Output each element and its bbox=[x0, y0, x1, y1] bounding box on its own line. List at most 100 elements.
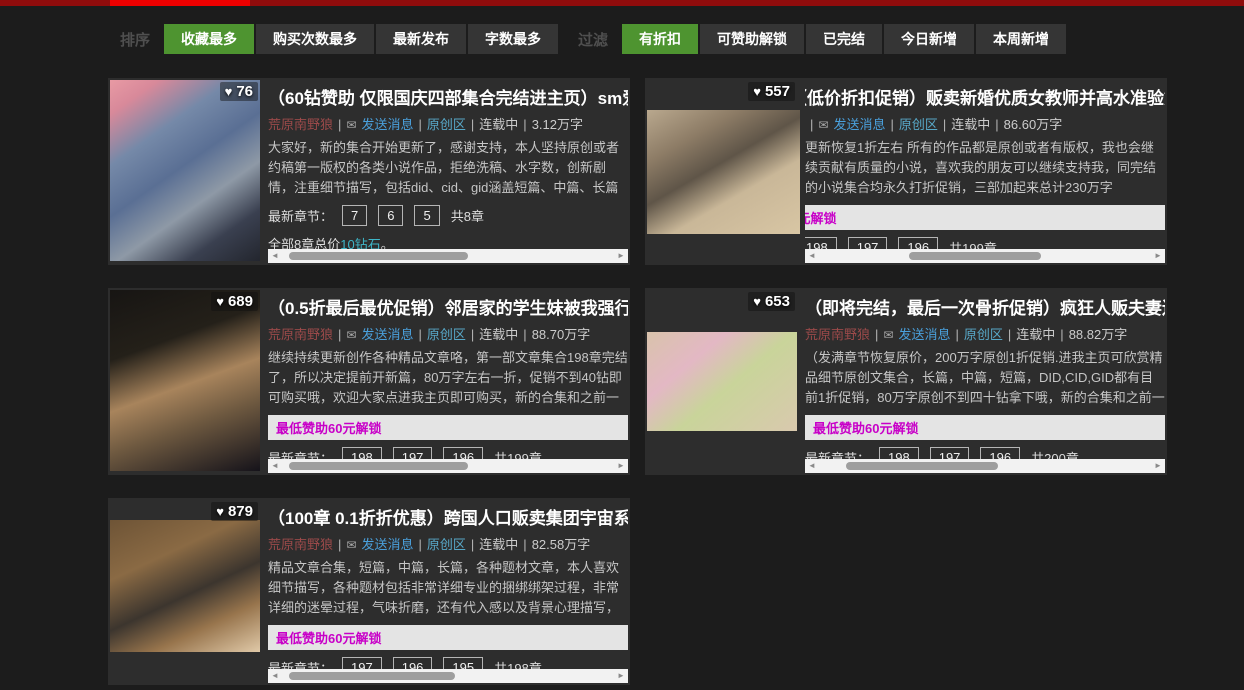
card-content: （100章 0.1折折优惠）跨国人口贩卖集团宇宙系列之绑 荒原南野狼|✉发送消息… bbox=[268, 500, 628, 683]
separator: | bbox=[418, 327, 421, 342]
story-thumbnail[interactable] bbox=[647, 110, 800, 234]
story-card: ♥557 （低价折扣促销）贩卖新婚优质女教师并高水准验货调教大 |✉发送消息|原… bbox=[645, 78, 1167, 265]
send-message-link[interactable]: 发送消息 bbox=[361, 117, 413, 132]
sort-label: 排序 bbox=[120, 29, 150, 50]
separator: | bbox=[418, 117, 421, 132]
separator: | bbox=[890, 117, 893, 132]
scroll-thumb[interactable] bbox=[289, 462, 468, 470]
filter-bar: 排序 收藏最多购买次数最多最新发布字数最多 过滤 有折扣可赞助解锁已完结今日新增… bbox=[120, 24, 1068, 54]
scroll-track[interactable] bbox=[819, 249, 1151, 263]
author-link[interactable]: 荒原南野狼 bbox=[268, 537, 333, 552]
mail-icon: ✉ bbox=[346, 118, 356, 132]
separator: | bbox=[418, 537, 421, 552]
word-count: 82.58万字 bbox=[532, 537, 591, 552]
meta-line: 荒原南野狼|✉发送消息|原创区|连载中|88.70万字 bbox=[268, 324, 628, 343]
story-thumbnail[interactable] bbox=[647, 332, 797, 431]
author-link[interactable]: 荒原南野狼 bbox=[268, 117, 333, 132]
scroll-thumb[interactable] bbox=[289, 252, 468, 260]
story-title[interactable]: （100章 0.1折折优惠）跨国人口贩卖集团宇宙系列之绑 bbox=[268, 504, 628, 529]
scroll-thumb[interactable] bbox=[909, 252, 1042, 260]
hearts-count: 557 bbox=[765, 83, 790, 100]
h-scrollbar[interactable]: ◄ ► bbox=[805, 249, 1165, 263]
scroll-right-arrow[interactable]: ► bbox=[614, 459, 628, 473]
hearts-badge: ♥653 bbox=[645, 293, 801, 310]
sort-button-最新发布[interactable]: 最新发布 bbox=[376, 24, 466, 54]
chapter-button[interactable]: 6 bbox=[378, 205, 403, 226]
unlock-banner[interactable]: 最低赞助60元解锁 bbox=[268, 625, 628, 650]
h-scrollbar[interactable]: ◄ ► bbox=[268, 459, 628, 473]
story-title[interactable]: （0.5折最后最优促销）邻居家的学生妹被我强行绑架之 bbox=[268, 294, 628, 319]
h-scrollbar[interactable]: ◄ ► bbox=[268, 669, 628, 683]
heart-icon: ♥ bbox=[216, 504, 224, 519]
filter-button-本周新增[interactable]: 本周新增 bbox=[976, 24, 1066, 54]
sort-button-字数最多[interactable]: 字数最多 bbox=[468, 24, 558, 54]
scroll-right-arrow[interactable]: ► bbox=[614, 669, 628, 683]
send-message-link[interactable]: 发送消息 bbox=[833, 117, 885, 132]
story-thumbnail[interactable] bbox=[110, 520, 260, 652]
category-link[interactable]: 原创区 bbox=[427, 117, 466, 132]
scroll-right-arrow[interactable]: ► bbox=[1151, 459, 1165, 473]
status-text: 连载中 bbox=[479, 327, 518, 342]
scroll-track[interactable] bbox=[282, 669, 614, 683]
author-link[interactable]: 荒原南野狼 bbox=[268, 327, 333, 342]
story-title[interactable]: （低价折扣促销）贩卖新婚优质女教师并高水准验货调教大 bbox=[805, 84, 1165, 109]
scroll-right-arrow[interactable]: ► bbox=[1151, 249, 1165, 263]
chapter-button[interactable]: 7 bbox=[342, 205, 367, 226]
filter-button-有折扣[interactable]: 有折扣 bbox=[622, 24, 698, 54]
send-message-link[interactable]: 发送消息 bbox=[361, 537, 413, 552]
unlock-banner[interactable]: 最低赞助60元解锁 bbox=[805, 415, 1165, 440]
hearts-badge: ♥76 bbox=[108, 83, 264, 100]
scroll-thumb[interactable] bbox=[846, 462, 999, 470]
filter-button-可赞助解锁[interactable]: 可赞助解锁 bbox=[700, 24, 804, 54]
separator: | bbox=[338, 537, 341, 552]
scroll-track[interactable] bbox=[282, 459, 614, 473]
filter-button-group: 有折扣可赞助解锁已完结今日新增本周新增 bbox=[622, 24, 1068, 54]
heart-icon: ♥ bbox=[225, 84, 233, 99]
latest-chapters-label: 最新章节： bbox=[268, 206, 333, 225]
category-link[interactable]: 原创区 bbox=[899, 117, 938, 132]
scroll-thumb[interactable] bbox=[289, 672, 455, 680]
sort-button-收藏最多[interactable]: 收藏最多 bbox=[164, 24, 254, 54]
story-thumbnail[interactable] bbox=[110, 80, 260, 261]
description: 大家好，新的集合开始更新了，感谢支持，本人坚持原创或者约稿第一版权的各类小说作品… bbox=[268, 138, 628, 198]
scroll-left-arrow[interactable]: ◄ bbox=[268, 459, 282, 473]
cards-grid: ♥76 （60钻赞助 仅限国庆四部集合完结进主页）sm爱好者 荒原南野狼|✉发送… bbox=[108, 78, 1167, 685]
category-link[interactable]: 原创区 bbox=[427, 537, 466, 552]
status-text: 连载中 bbox=[1016, 327, 1055, 342]
scroll-track[interactable] bbox=[282, 249, 614, 263]
hearts-badge: ♥689 bbox=[108, 293, 264, 310]
unlock-banner[interactable]: 最低赞助60元解锁 bbox=[268, 415, 628, 440]
separator: | bbox=[471, 327, 474, 342]
story-thumbnail[interactable] bbox=[110, 290, 260, 471]
scroll-left-arrow[interactable]: ◄ bbox=[805, 249, 819, 263]
separator: | bbox=[875, 327, 878, 342]
scroll-left-arrow[interactable]: ◄ bbox=[268, 669, 282, 683]
filter-button-已完结[interactable]: 已完结 bbox=[806, 24, 882, 54]
sort-button-购买次数最多[interactable]: 购买次数最多 bbox=[256, 24, 374, 54]
hearts-badge: ♥879 bbox=[108, 503, 264, 520]
scroll-left-arrow[interactable]: ◄ bbox=[268, 249, 282, 263]
card-content: （60钻赞助 仅限国庆四部集合完结进主页）sm爱好者 荒原南野狼|✉发送消息|原… bbox=[268, 80, 628, 263]
category-link[interactable]: 原创区 bbox=[427, 327, 466, 342]
top-red-bar bbox=[0, 0, 1244, 6]
story-title[interactable]: （即将完结，最后一次骨折促销）疯狂人贩夫妻连环绑 bbox=[805, 294, 1165, 319]
heart-icon: ♥ bbox=[753, 294, 761, 309]
story-title[interactable]: （60钻赞助 仅限国庆四部集合完结进主页）sm爱好者 bbox=[268, 84, 628, 109]
word-count: 88.82万字 bbox=[1069, 327, 1128, 342]
author-link[interactable]: 荒原南野狼 bbox=[805, 327, 870, 342]
story-card: ♥653 （即将完结，最后一次骨折促销）疯狂人贩夫妻连环绑 荒原南野狼|✉发送消… bbox=[645, 288, 1167, 475]
description: 精品文章合集，短篇，中篇，长篇，各种题材文章，本人喜欢细节描写，各种题材包括非常… bbox=[268, 558, 628, 618]
separator: | bbox=[523, 537, 526, 552]
scroll-track[interactable] bbox=[819, 459, 1151, 473]
scroll-right-arrow[interactable]: ► bbox=[614, 249, 628, 263]
separator: | bbox=[943, 117, 946, 132]
unlock-banner[interactable]: 最低赞助60元解锁 bbox=[805, 205, 1165, 230]
category-link[interactable]: 原创区 bbox=[964, 327, 1003, 342]
h-scrollbar[interactable]: ◄ ► bbox=[268, 249, 628, 263]
scroll-left-arrow[interactable]: ◄ bbox=[805, 459, 819, 473]
h-scrollbar[interactable]: ◄ ► bbox=[805, 459, 1165, 473]
send-message-link[interactable]: 发送消息 bbox=[898, 327, 950, 342]
filter-button-今日新增[interactable]: 今日新增 bbox=[884, 24, 974, 54]
chapter-button[interactable]: 5 bbox=[414, 205, 439, 226]
send-message-link[interactable]: 发送消息 bbox=[361, 327, 413, 342]
